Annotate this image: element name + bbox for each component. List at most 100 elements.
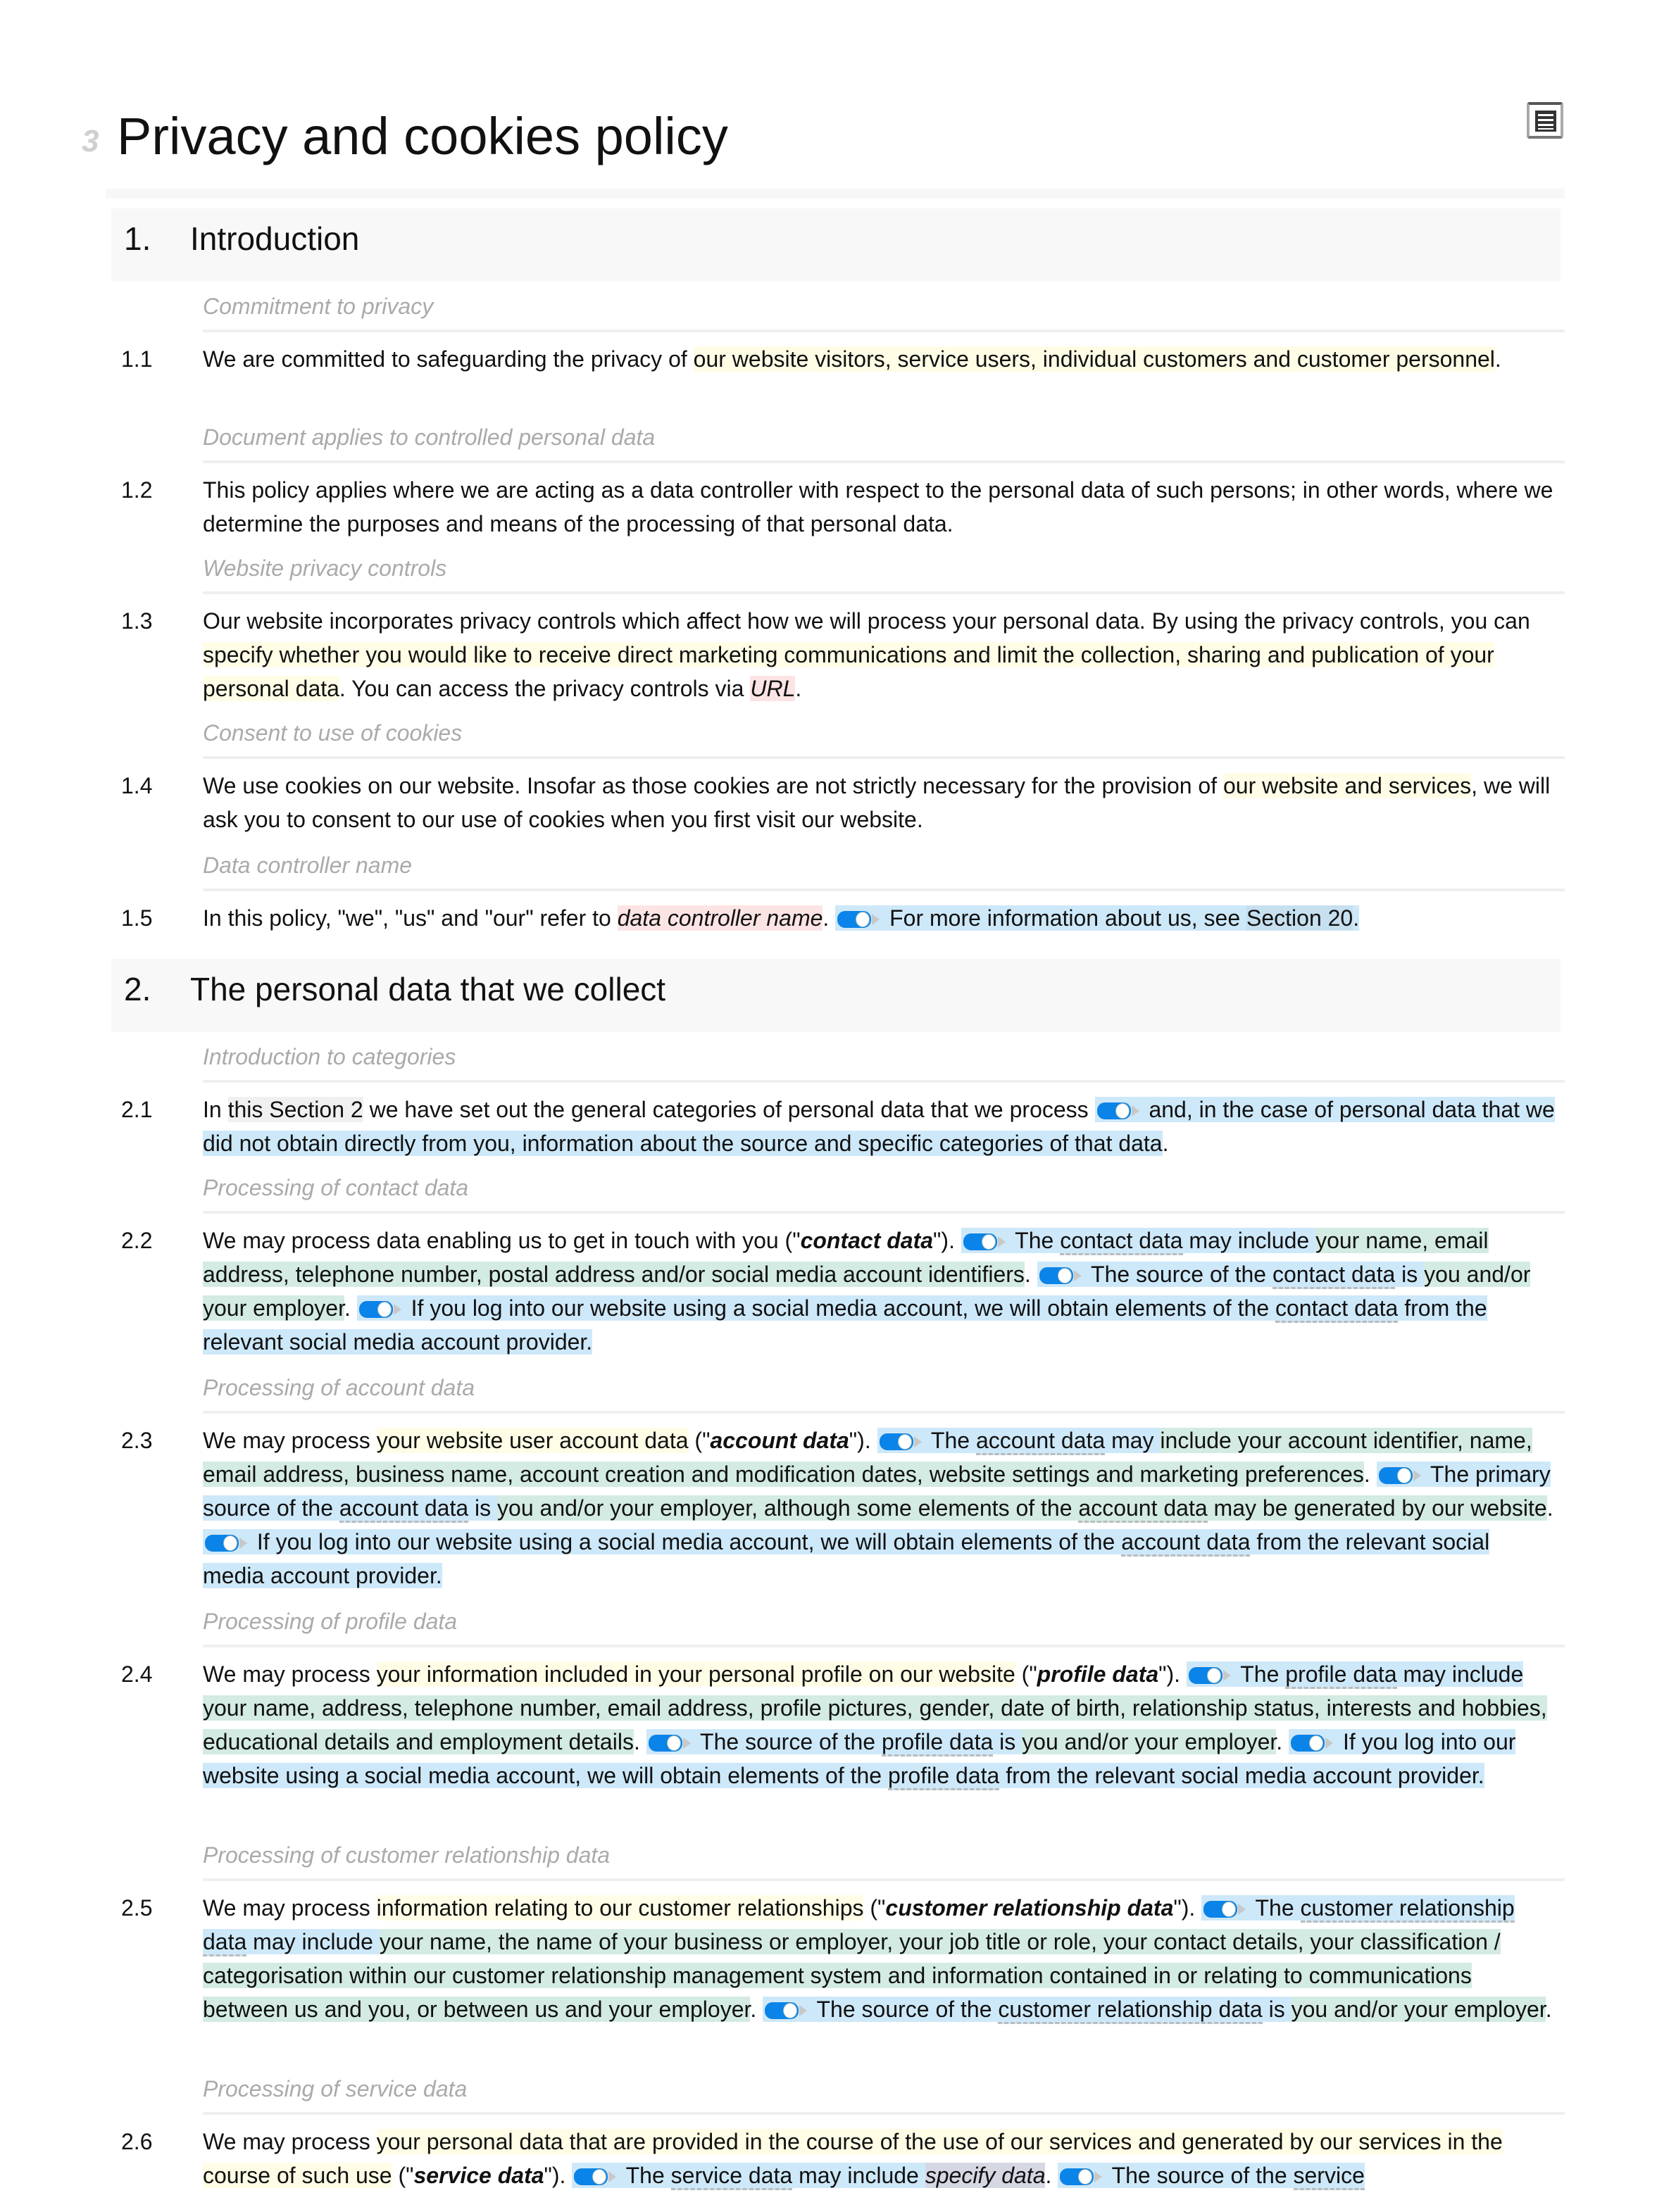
text-segment: . (795, 676, 802, 701)
term-reference[interactable]: contact data (1272, 1262, 1396, 1289)
text-segment: . (1363, 1462, 1377, 1487)
term-reference[interactable]: service (1293, 2163, 1365, 2190)
clause: Processing of profile data 2.4 We may proc… (121, 1608, 1565, 1792)
optional-text-toggle[interactable] (204, 1534, 248, 1552)
document-version-icon: 3 (82, 124, 99, 158)
optional-text: may include (792, 2163, 925, 2188)
term-reference[interactable]: profile data (881, 1729, 994, 1757)
clause-text: We are committed to safeguarding the pri… (203, 342, 1555, 376)
toggle-wrapper (961, 1228, 1009, 1253)
clause-heading: Website privacy controls (203, 555, 1565, 594)
defined-term: account data (710, 1428, 849, 1453)
optional-text-toggle[interactable] (1187, 1666, 1232, 1685)
optional-text: The (1234, 1661, 1286, 1687)
variable-text[interactable]: information relating to our customer rel… (376, 1895, 864, 1921)
term-reference[interactable]: profile data (887, 1763, 1000, 1790)
optional-text: The (620, 2163, 671, 2188)
expand-arrow-icon (1073, 1270, 1082, 1281)
optional-text: is (1395, 1262, 1425, 1287)
optional-text-toggle[interactable] (837, 910, 880, 929)
variable-text[interactable]: your information included in your person… (376, 1661, 1015, 1687)
toggle-wrapper (1037, 1262, 1085, 1287)
section-number: 1. (124, 220, 151, 257)
clause-body: 1.4 We use cookies on our website. Insofa… (121, 769, 1565, 836)
term-reference[interactable]: account data (339, 1495, 469, 1523)
cross-reference[interactable]: this Section 2 (227, 1097, 363, 1122)
text-segment: We may process (203, 1895, 377, 1921)
optional-detail-text: you and/or your employer, although some … (497, 1495, 1079, 1521)
text-segment: (" (392, 2163, 414, 2188)
text-segment: . (750, 1997, 763, 2022)
variable-text[interactable]: your website user account data (376, 1428, 689, 1453)
clause-text: Our website incorporates privacy control… (203, 604, 1555, 705)
term-reference[interactable]: account data (1121, 1529, 1251, 1557)
optional-text: If you log into our website using a soci… (404, 1295, 1275, 1321)
optional-text-toggle[interactable] (1203, 1900, 1246, 1918)
text-segment: In this policy, "we", "us" and "our" ref… (203, 905, 618, 931)
expand-arrow-icon (1131, 1105, 1139, 1117)
table-of-contents-button[interactable] (1527, 102, 1563, 139)
text-segment: "). (1158, 1661, 1187, 1687)
clause-number: 2.6 (121, 2129, 153, 2154)
placeholder-field[interactable]: URL (750, 676, 796, 701)
clause-heading: Data controller name (203, 852, 1565, 891)
optional-text: The (1008, 1228, 1061, 1253)
clause-body: 1.5 In this policy, "we", "us" and "our" … (121, 901, 1565, 935)
expand-arrow-icon (393, 1304, 401, 1315)
clause-text: We may process your information included… (203, 1657, 1555, 1792)
clause-number: 2.3 (121, 1428, 153, 1453)
clause: Processing of customer relationship data… (121, 1842, 1565, 2026)
optional-text: The source of the (1084, 1262, 1272, 1287)
term-reference[interactable]: service data (670, 2163, 793, 2190)
toggle-wrapper (1094, 1097, 1143, 1122)
optional-text-toggle[interactable] (573, 2168, 617, 2186)
text-segment: We use cookies on our website. Insofar a… (203, 773, 1223, 798)
term-reference[interactable]: profile data (1285, 1661, 1397, 1689)
optional-text-toggle[interactable] (1290, 1734, 1334, 1752)
expand-arrow-icon (799, 2005, 808, 2016)
optional-detail-text: you and/or your employer (1291, 1997, 1546, 2022)
clause-heading: Commitment to privacy (203, 293, 1565, 332)
toggle-knob (1057, 1268, 1072, 1283)
term-reference[interactable]: customer relationship data (998, 1997, 1263, 2024)
optional-text-toggle[interactable] (962, 1233, 1006, 1251)
clause-heading: Processing of service data (203, 2075, 1565, 2115)
clause-number: 1.2 (121, 477, 153, 503)
optional-text: The source of the (694, 1729, 882, 1754)
clause-text: This policy applies where we are acting … (203, 473, 1555, 541)
title-row: 3 Privacy and cookies policy (77, 99, 1563, 176)
text-segment: . (823, 905, 836, 931)
text-segment: . (633, 1729, 646, 1754)
optional-text-toggle[interactable] (878, 1433, 923, 1451)
title-divider (106, 189, 1565, 199)
optional-text-toggle[interactable] (1096, 1102, 1140, 1120)
clause-heading: Processing of profile data (203, 1608, 1565, 1647)
toggle-wrapper (877, 1428, 925, 1453)
clause-number: 1.4 (121, 773, 153, 798)
optional-text-toggle[interactable] (647, 1734, 692, 1752)
expand-arrow-icon (682, 1737, 691, 1749)
term-reference[interactable]: contact data (1060, 1228, 1183, 1255)
term-reference[interactable]: account data (1078, 1495, 1208, 1523)
clause-heading: Document applies to controlled personal … (203, 424, 1565, 463)
term-reference[interactable]: contact data (1275, 1295, 1399, 1323)
optional-text-toggle[interactable] (764, 2002, 808, 2020)
optional-text-toggle[interactable] (1377, 1466, 1422, 1485)
optional-text-toggle[interactable] (358, 1300, 402, 1319)
cross-reference[interactable]: Section 20 (1246, 905, 1353, 931)
variable-text[interactable]: our website visitors, service users, ind… (693, 346, 1495, 372)
optional-text-toggle[interactable] (1038, 1267, 1082, 1285)
term-reference[interactable]: account data (975, 1428, 1106, 1455)
clause-number: 2.1 (121, 1097, 153, 1122)
optional-detail-text: you and/or your employer (1022, 1729, 1277, 1754)
clause-number: 2.4 (121, 1661, 153, 1687)
text-segment: . (1545, 1997, 1552, 2022)
variable-text[interactable]: our website and services (1223, 773, 1472, 798)
placeholder-field[interactable]: data controller name (617, 905, 823, 931)
placeholder-field[interactable]: specify data (925, 2163, 1046, 2188)
expand-arrow-icon (1238, 1904, 1246, 1915)
clause: Document applies to controlled personal … (121, 424, 1565, 541)
clause-body: 1.3 Our website incorporates privacy cont… (121, 604, 1565, 705)
optional-text-toggle[interactable] (1059, 2168, 1103, 2186)
clause: Consent to use of cookies 1.4 We use cooki… (121, 719, 1565, 836)
